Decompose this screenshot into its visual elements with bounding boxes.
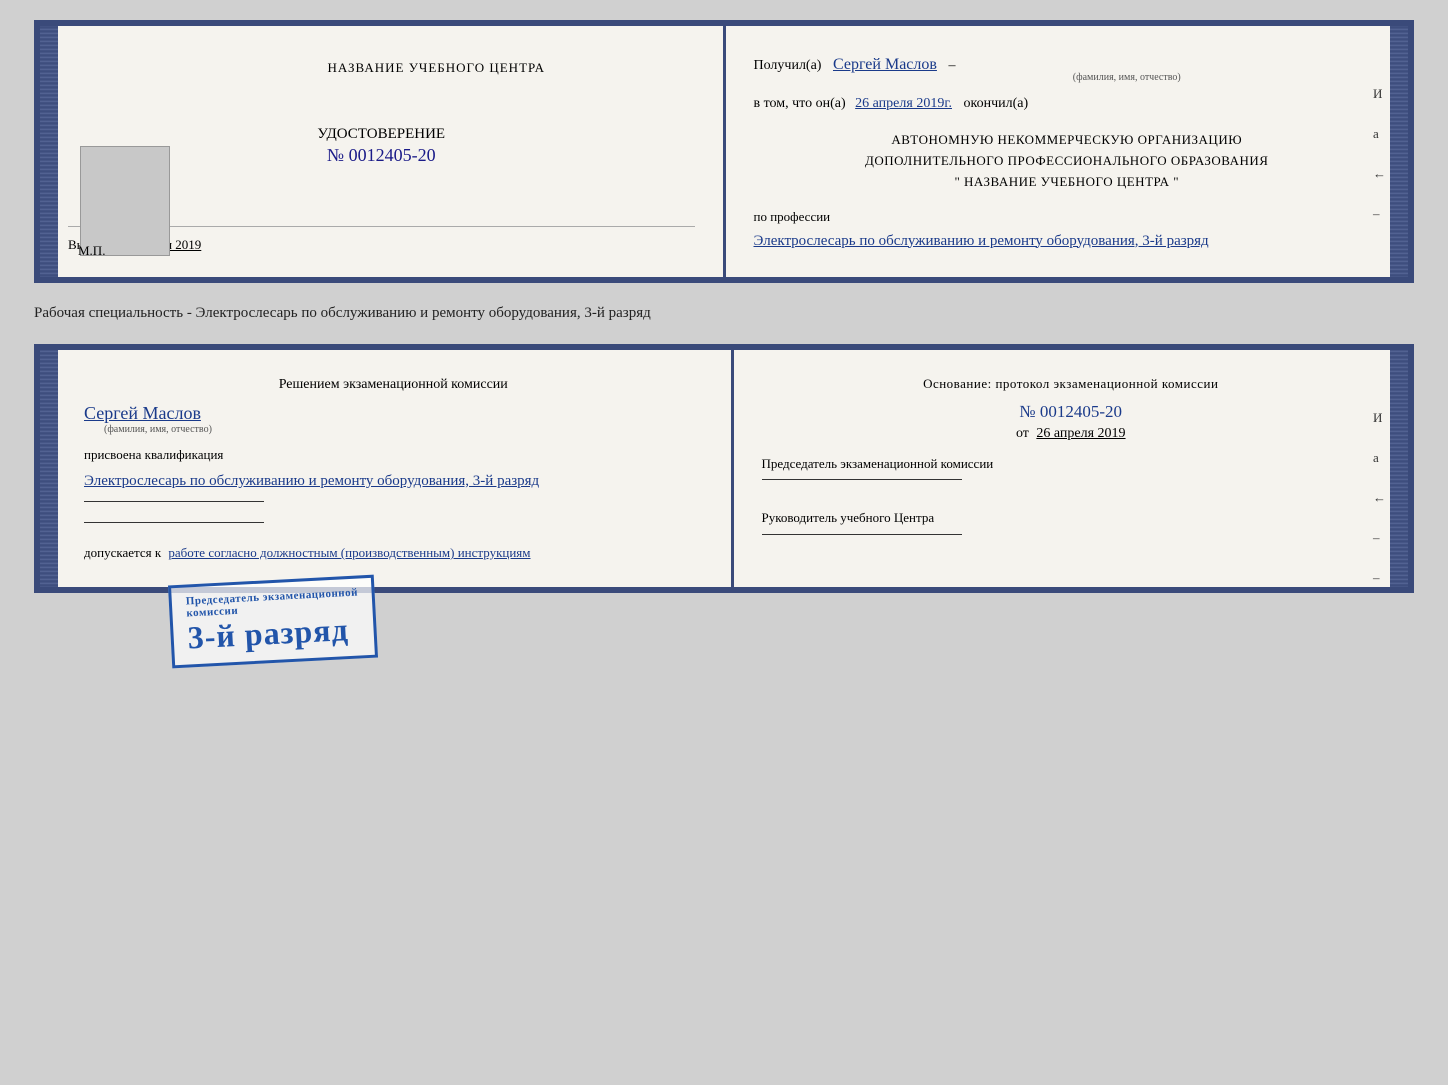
- allowed-text-block: допускается к работе согласно должностны…: [84, 543, 703, 563]
- right-sidebar-marks: И а ← –: [1373, 86, 1386, 222]
- top-document: НАЗВАНИЕ УЧЕБНОГО ЦЕНТРА УДОСТОВЕРЕНИЕ №…: [34, 20, 1414, 283]
- bottom-document: Решением экзаменационной комиссии Сергей…: [34, 344, 1414, 593]
- chairman-label: Председатель экзаменационной комиссии: [762, 454, 1381, 481]
- profession-block: по профессии Электрослесарь по обслужива…: [754, 209, 1381, 253]
- qualification-text: Электрослесарь по обслуживанию и ремонту…: [84, 469, 703, 493]
- basis-number: № 0012405-20: [762, 402, 1381, 422]
- bottom-doc-right: Основание: протокол экзаменационной коми…: [734, 350, 1409, 587]
- bottom-doc-left: Решением экзаменационной комиссии Сергей…: [40, 350, 734, 587]
- sig-line-1: [84, 501, 264, 502]
- chairman-sig-line: [762, 479, 962, 480]
- basis-date: от 26 апреля 2019: [762, 426, 1381, 442]
- leader-sig-line: [762, 534, 962, 535]
- bottom-right-sidebar-marks: И а ← – –: [1373, 410, 1386, 586]
- person-name: Сергей Маслов: [84, 403, 703, 424]
- mp-label: М.П.: [78, 243, 105, 259]
- received-line: Получил(а) Сергей Маслов – (фамилия, имя…: [754, 56, 1381, 83]
- in-that-line: в том, что он(а) 26 апреля 2019г. окончи…: [754, 91, 1381, 116]
- certificate-label: УДОСТОВЕРЕНИЕ: [68, 126, 695, 143]
- top-doc-right: Получил(а) Сергей Маслов – (фамилия, имя…: [726, 26, 1409, 277]
- sig-line-2: [84, 522, 264, 523]
- top-doc-left: НАЗВАНИЕ УЧЕБНОГО ЦЕНТРА УДОСТОВЕРЕНИЕ №…: [40, 26, 726, 277]
- photo-placeholder: [80, 146, 170, 256]
- qualification-prefix: присвоена квалификация: [84, 447, 703, 463]
- institution-label: НАЗВАНИЕ УЧЕБНОГО ЦЕНТРА: [178, 60, 695, 76]
- between-label: Рабочая специальность - Электрослесарь п…: [34, 299, 1414, 328]
- decision-heading: Решением экзаменационной комиссии: [84, 374, 703, 395]
- org-block: АВТОНОМНУЮ НЕКОММЕРЧЕСКУЮ ОРГАНИЗАЦИЮ ДО…: [754, 130, 1381, 192]
- basis-prefix: Основание: протокол экзаменационной коми…: [762, 374, 1381, 394]
- leader-label: Руководитель учебного Центра: [762, 508, 1381, 535]
- stamp: Председатель экзаменационной комиссии 3-…: [168, 575, 378, 669]
